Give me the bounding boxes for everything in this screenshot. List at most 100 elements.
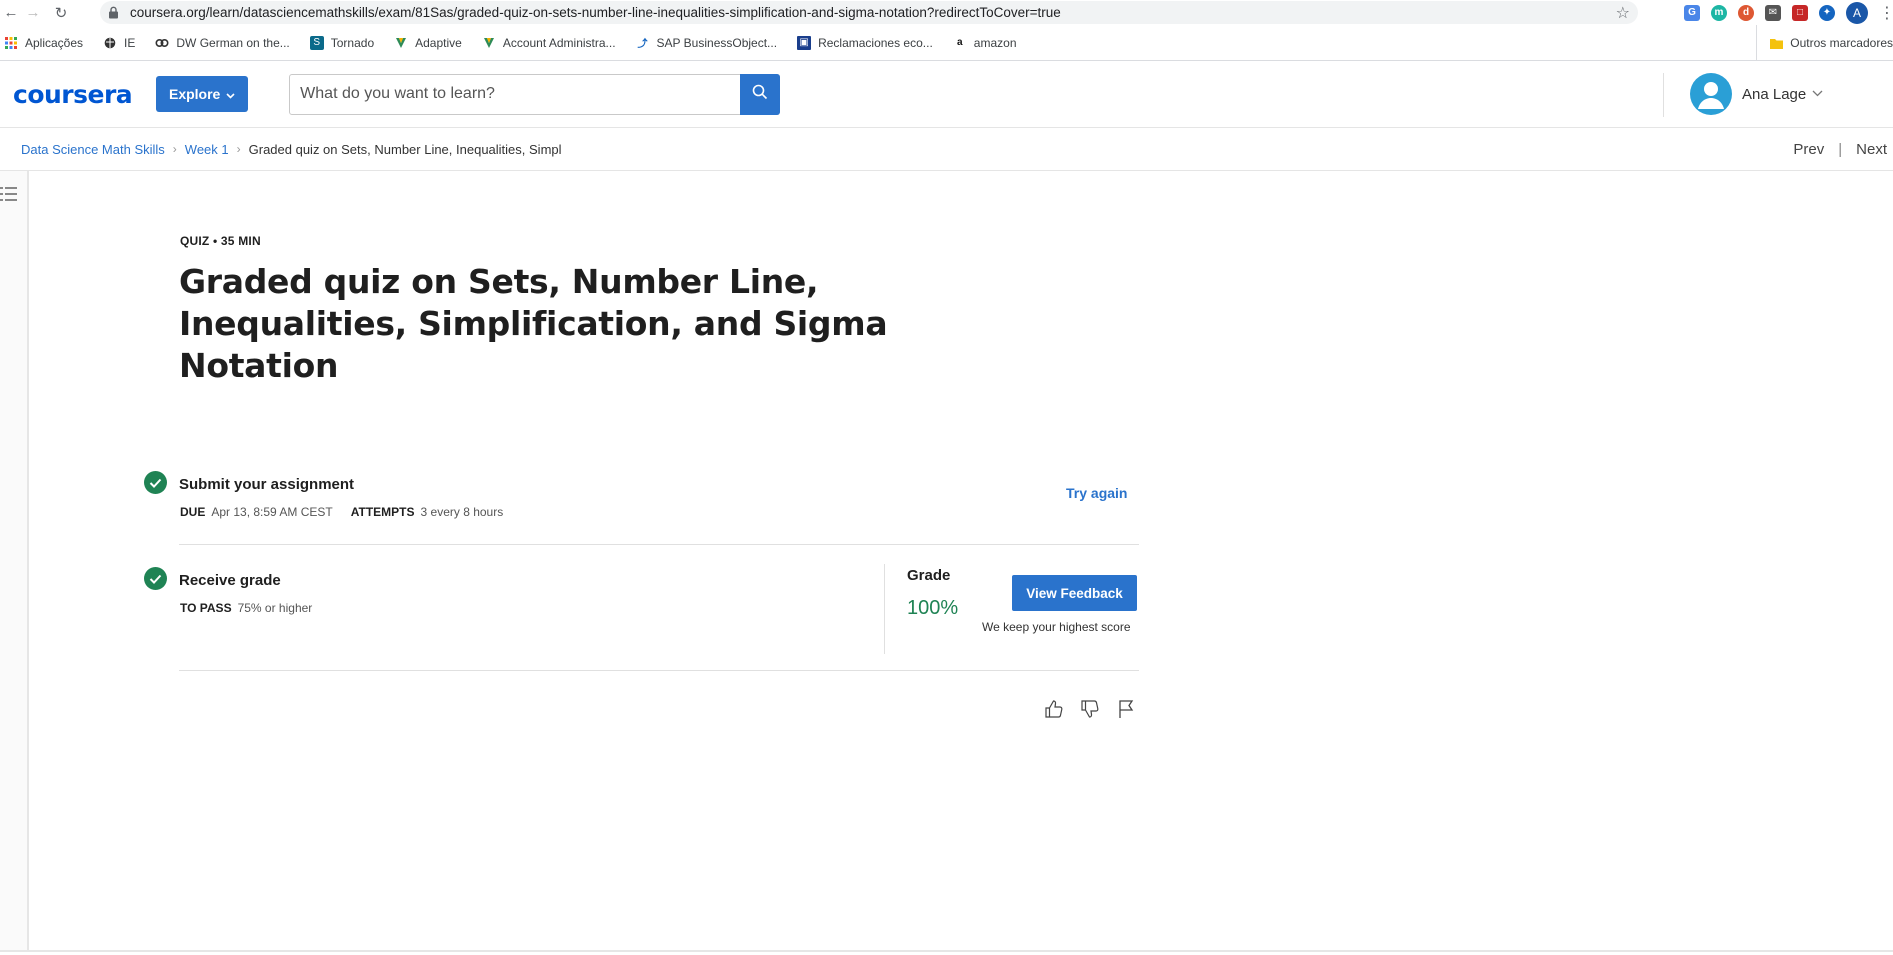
bookmark-label: Adaptive	[415, 35, 462, 50]
next-link[interactable]: Next	[1856, 141, 1887, 158]
pass-value: 75% or higher	[237, 601, 313, 615]
sharepoint-icon: S	[309, 35, 324, 50]
breadcrumb-bar: Data Science Math Skills › Week 1 › Grad…	[0, 128, 1893, 171]
user-menu[interactable]: Ana Lage	[1690, 73, 1823, 115]
pass-label: TO PASS	[180, 601, 232, 615]
header-divider	[1663, 73, 1664, 117]
bookmark-account-admin[interactable]: Account Administra...	[482, 36, 616, 50]
m-extension-icon[interactable]: m	[1711, 4, 1727, 21]
search-button[interactable]	[740, 73, 781, 115]
user-avatar	[1690, 73, 1732, 115]
link-icon	[155, 36, 169, 50]
divider	[179, 544, 1139, 545]
receive-step-meta: TO PASS 75% or higher	[180, 601, 312, 615]
bookmark-label: amazon	[973, 35, 1017, 50]
bookmark-label: Aplicações	[25, 35, 84, 50]
coursera-logo[interactable]: coursera	[13, 80, 133, 109]
chevron-right-icon: ›	[172, 142, 177, 156]
prev-link[interactable]: Prev	[1793, 141, 1824, 158]
try-again-link[interactable]: Try again	[1066, 485, 1127, 501]
address-bar[interactable]: coursera.org/learn/datasciencemathskills…	[100, 1, 1638, 24]
bookmark-label: IE	[124, 35, 136, 50]
attempts-value: 3 every 8 hours	[420, 505, 504, 519]
thumbs-up-icon[interactable]	[1044, 699, 1064, 719]
user-name: Ana Lage	[1742, 85, 1807, 103]
calendar-extension-icon[interactable]: □	[1792, 4, 1808, 21]
back-icon[interactable]: ←	[0, 2, 22, 24]
chevron-down-icon	[226, 86, 235, 102]
grade-value: 100%	[907, 597, 959, 619]
explore-label: Explore	[168, 86, 221, 102]
quiz-meta: QUIZ • 35 MIN	[180, 234, 261, 248]
main-content: QUIZ • 35 MIN Graded quiz on Sets, Numbe…	[0, 171, 1893, 954]
bookmark-star-icon[interactable]: ☆	[1616, 3, 1630, 23]
browser-toolbar: ← → ↻ coursera.org/learn/datasciencemath…	[0, 0, 1893, 25]
search-icon	[752, 84, 768, 105]
menu-list-icon[interactable]	[0, 185, 18, 208]
browser-menu-icon[interactable]: ⋮	[1879, 3, 1893, 23]
thumbs-down-icon[interactable]	[1080, 699, 1100, 719]
bookmarks-bar: Aplicações IE DW German on the... S Torn…	[0, 25, 1893, 61]
settings-extension-icon[interactable]: ✦	[1819, 4, 1835, 21]
browser-profile-avatar[interactable]: A	[1846, 1, 1868, 24]
bookmark-reclamaciones[interactable]: ▣ Reclamaciones eco...	[797, 35, 933, 50]
other-bookmarks[interactable]: Outros marcadores	[1756, 25, 1893, 61]
breadcrumb: Data Science Math Skills › Week 1 › Grad…	[21, 142, 562, 157]
amazon-icon: a	[957, 37, 963, 48]
apps-grid-icon	[4, 36, 18, 50]
pager: Prev | Next	[1793, 128, 1887, 171]
url-text: coursera.org/learn/datasciencemathskills…	[130, 5, 1061, 20]
forward-icon[interactable]: →	[22, 2, 44, 24]
check-circle-icon	[144, 567, 167, 590]
attempts-label: ATTEMPTS	[350, 505, 415, 519]
sap-icon: ⤴	[637, 39, 648, 50]
extension-icons: G m d ✉ □ ✦ A ⋮	[1684, 0, 1893, 25]
grade-divider	[884, 564, 885, 654]
pager-divider: |	[1838, 141, 1843, 158]
mail-extension-icon[interactable]: ✉	[1765, 4, 1781, 21]
adaptive-icon	[482, 36, 496, 50]
globe-icon	[103, 36, 117, 50]
breadcrumb-course[interactable]: Data Science Math Skills	[21, 142, 165, 157]
bookmark-label: SAP BusinessObject...	[656, 35, 778, 50]
adaptive-icon	[394, 36, 408, 50]
submit-step-title: Submit your assignment	[179, 476, 355, 493]
submit-step-meta: DUE Apr 13, 8:59 AM CEST ATTEMPTS 3 every 8…	[180, 505, 503, 519]
bookmark-label: Reclamaciones eco...	[818, 35, 933, 50]
page-title: Graded quiz on Sets, Number Line, Inequa…	[179, 262, 888, 385]
bookmark-sap[interactable]: ⤴ SAP BusinessObject...	[636, 35, 778, 51]
bookmark-ie[interactable]: IE	[103, 36, 135, 50]
site-header: coursera Explore Ana Lage	[0, 61, 1893, 128]
footer-border	[0, 950, 1893, 952]
bookmark-label: Account Administra...	[502, 35, 616, 50]
other-bookmarks-label: Outros marcadores	[1790, 36, 1893, 50]
bookmark-label: Tornado	[330, 35, 375, 50]
flag-icon[interactable]	[1116, 699, 1136, 719]
chevron-down-icon	[1812, 88, 1823, 100]
bookmark-amazon[interactable]: a amazon	[953, 35, 1017, 50]
highest-score-note: We keep your highest score	[982, 620, 1131, 634]
reload-icon[interactable]: ↻	[50, 2, 72, 24]
lock-icon	[108, 6, 122, 20]
bookmark-apps[interactable]: Aplicações	[4, 36, 83, 50]
grade-label: Grade	[907, 567, 951, 584]
search-input[interactable]	[290, 85, 737, 103]
course-outline-rail	[0, 171, 29, 950]
bookmark-label: DW German on the...	[176, 35, 290, 50]
duckduckgo-extension-icon[interactable]: d	[1738, 4, 1754, 21]
folder-icon	[1769, 36, 1783, 50]
bookmark-dw-german[interactable]: DW German on the...	[155, 35, 290, 50]
view-feedback-button[interactable]: View Feedback	[1012, 575, 1137, 611]
bookmark-adaptive[interactable]: Adaptive	[394, 36, 462, 50]
divider	[179, 670, 1139, 671]
search-bar	[289, 73, 781, 115]
bookmark-tornado[interactable]: S Tornado	[309, 35, 375, 50]
chevron-right-icon: ›	[236, 142, 241, 156]
explore-button[interactable]: Explore	[156, 76, 249, 112]
receive-step-title: Receive grade	[179, 572, 281, 589]
due-value: Apr 13, 8:59 AM CEST	[211, 505, 333, 519]
content-feedback	[1044, 699, 1136, 719]
document-icon: ▣	[797, 35, 812, 50]
translate-extension-icon[interactable]: G	[1684, 4, 1700, 21]
breadcrumb-week[interactable]: Week 1	[185, 142, 229, 157]
